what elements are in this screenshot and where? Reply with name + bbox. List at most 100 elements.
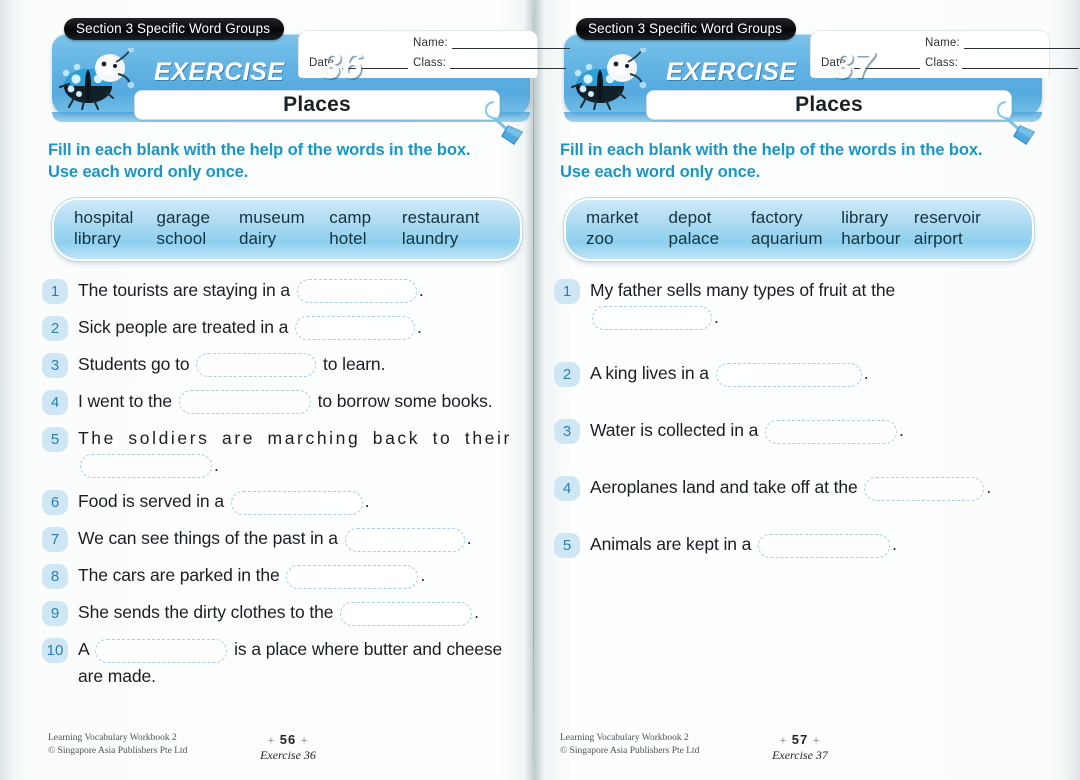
class-input-rule[interactable] — [450, 60, 567, 69]
question-text-line-1: My father sells many types of fruit at t… — [590, 280, 896, 301]
book-spine-line — [533, 8, 534, 770]
answer-blank[interactable] — [765, 419, 897, 444]
word-bank-right: market depot factory library reservoir z… — [563, 196, 1035, 263]
question-text-post: . — [714, 306, 719, 327]
answer-blank[interactable] — [340, 601, 473, 626]
exercise-title: Places — [283, 93, 351, 116]
question-number: 7 — [42, 527, 68, 553]
question-text: The soldiers are marching back to their … — [78, 425, 542, 478]
ladybug-mascot-icon — [59, 48, 135, 110]
name-input-rule[interactable] — [963, 40, 1080, 49]
ladybug-mascot-icon — [571, 48, 647, 110]
question-text-line-2: are made. — [78, 665, 156, 686]
word-bank-row: library school dairy hotel laundry — [74, 228, 504, 250]
question-list-right: 1 My father sells many types of fruit at… — [554, 277, 1054, 559]
answer-blank[interactable] — [715, 362, 862, 387]
question-text-pre: Students go to — [78, 354, 195, 375]
name-field-row: Name: — [925, 37, 1080, 49]
instructions-line-2: Use each word only once. — [48, 162, 249, 181]
answer-blank[interactable] — [864, 476, 985, 501]
question-text-post: . — [466, 528, 472, 549]
class-label: Class: — [413, 57, 447, 69]
question-text-pre: A king lives in a — [590, 363, 714, 384]
word-chip: museum — [238, 207, 305, 227]
class-field-row: Class: — [413, 57, 567, 69]
answer-blank[interactable] — [230, 490, 363, 515]
word-chip: zoo — [586, 229, 614, 249]
answer-blank[interactable] — [344, 527, 465, 552]
class-label: Class: — [925, 57, 959, 69]
question-item: 4 I went to the to borrow some books. — [42, 388, 542, 416]
question-text-post: . — [863, 363, 869, 384]
question-item: 8 The cars are parked in the . — [42, 562, 542, 590]
question-number: 3 — [554, 419, 580, 445]
question-text-post: to learn. — [318, 354, 386, 375]
word-chip: harbour — [841, 229, 901, 249]
exercise-header-right: Section 3 Specific Word Groups Name: Dat… — [554, 18, 1080, 145]
question-text: My father sells many types of fruit at t… — [590, 277, 1054, 330]
exercise-header-left: Section 3 Specific Word Groups Name: Dat… — [42, 18, 570, 145]
question-text-post: . — [986, 477, 992, 498]
word-chip: palace — [668, 229, 720, 249]
word-chip: library — [841, 207, 889, 227]
word-chip: garage — [156, 207, 211, 227]
answer-blank[interactable] — [80, 454, 212, 478]
question-text: Animals are kept in a . — [590, 531, 1054, 558]
name-input-rule[interactable] — [451, 40, 570, 49]
answer-blank[interactable] — [178, 390, 311, 415]
question-text: Sick people are treated in a . — [78, 314, 542, 341]
name-label: Name: — [925, 37, 960, 49]
answer-blank[interactable] — [196, 353, 317, 378]
tick-left-icon: + — [267, 735, 276, 747]
class-input-rule[interactable] — [962, 60, 1079, 69]
question-text-pre: A — [78, 639, 94, 660]
page-number-row: + 57 + — [554, 732, 1046, 747]
word-chip: dairy — [238, 229, 277, 249]
exercise-title-plate: Places — [134, 90, 500, 120]
question-text: Food is served in a . — [78, 488, 542, 515]
question-text-post: is a place where butter and cheese — [229, 639, 503, 660]
answer-blank[interactable] — [758, 533, 891, 558]
section-tab: Section 3 Specific Word Groups — [64, 18, 285, 40]
word-chip: depot — [668, 207, 712, 227]
question-item: 7 We can see things of the past in a . — [42, 525, 542, 553]
page-number: 57 — [791, 732, 809, 747]
tick-right-icon: + — [812, 735, 821, 747]
word-bank-left: hospital garage museum camp restaurant l… — [51, 196, 523, 263]
word-bank-row: market depot factory library reservoir — [586, 207, 1016, 229]
answer-blank[interactable] — [295, 316, 416, 341]
answer-blank[interactable] — [286, 564, 419, 589]
question-text: We can see things of the past in a . — [78, 525, 542, 552]
question-text-pre: Aeroplanes land and take off at the — [590, 477, 863, 498]
footer-exercise-label: Exercise 36 — [260, 748, 316, 762]
word-chip: aquarium — [750, 229, 823, 249]
instructions-right: Fill in each blank with the help of the … — [560, 140, 1038, 184]
question-number: 5 — [554, 533, 580, 559]
answer-blank[interactable] — [296, 279, 417, 304]
question-number: 5 — [42, 427, 68, 453]
question-text: Water is collected in a . — [590, 417, 1054, 444]
question-list-left: 1 The tourists are staying in a . 2 Sick… — [42, 277, 542, 689]
question-text: I went to the to borrow some books. — [78, 388, 542, 415]
word-chip: hotel — [329, 229, 367, 249]
instructions-line-2: Use each word only once. — [560, 162, 761, 181]
exercise-title-plate: Places — [646, 90, 1012, 120]
question-text-post: . — [418, 280, 424, 301]
name-label: Name: — [413, 37, 448, 49]
question-item: 3 Water is collected in a . — [554, 417, 1054, 445]
word-chip: camp — [329, 207, 372, 227]
question-item: 10 A is a place where butter and cheese … — [42, 636, 542, 689]
exercise-number: 37 — [832, 45, 875, 87]
question-item: 5 The soldiers are marching back to thei… — [42, 425, 542, 478]
footer-exercise-label: Exercise 37 — [772, 748, 828, 762]
question-text: She sends the dirty clothes to the . — [78, 599, 542, 626]
answer-blank[interactable] — [95, 638, 228, 663]
question-number: 2 — [42, 316, 68, 342]
answer-blank[interactable] — [592, 306, 712, 330]
question-text-post: . — [364, 491, 370, 512]
question-item: 1 My father sells many types of fruit at… — [554, 277, 1054, 330]
question-number: 1 — [42, 279, 68, 305]
word-chip: airport — [913, 229, 963, 249]
question-text-pre: Sick people are treated in a — [78, 317, 294, 338]
exercise-number: 36 — [320, 45, 363, 87]
